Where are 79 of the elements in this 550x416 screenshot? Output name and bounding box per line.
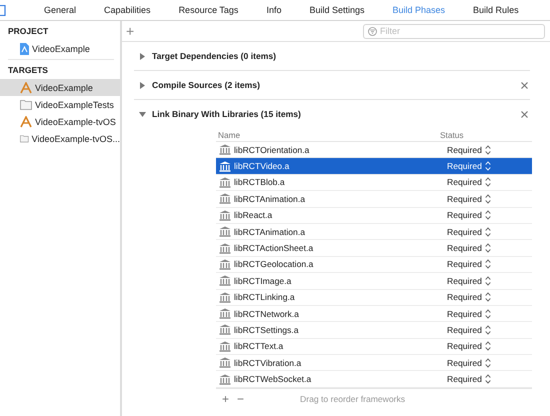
tab[interactable]: Build Settings (309, 5, 364, 15)
library-icon (219, 160, 231, 172)
folder-icon (20, 133, 29, 144)
document-icon (20, 42, 29, 54)
library-icon (219, 374, 231, 385)
library-icon (219, 193, 231, 204)
disclosure-triangle-icon[interactable] (139, 82, 146, 88)
library-icon (219, 210, 231, 221)
library-icon (219, 242, 231, 254)
group-header: TARGETS (7, 64, 49, 77)
tab[interactable]: Info (266, 5, 282, 15)
stepper-icon[interactable] (484, 226, 491, 237)
library-row[interactable]: libRCTVibration.a Required (216, 355, 532, 372)
library-row[interactable]: libRCTImage.a Required (216, 273, 532, 290)
library-row[interactable]: libRCTActionSheet.a Required (216, 240, 532, 257)
tab[interactable]: Capabilities (104, 5, 151, 15)
library-icon (219, 226, 231, 238)
library-row[interactable]: libRCTSettings.a Required (216, 322, 532, 339)
sidebar-item[interactable]: VideoExample-tvOS (0, 113, 120, 130)
add-button[interactable]: + (126, 24, 134, 38)
library-icon (219, 292, 231, 303)
library-icon (219, 324, 231, 336)
tab[interactable]: Build Phases (392, 5, 446, 15)
folder-icon (20, 99, 32, 110)
library-row[interactable]: libRCTAnimation.a Required (216, 191, 532, 208)
column-header: Status (440, 130, 464, 140)
add-button[interactable]: + (222, 392, 230, 406)
close-icon[interactable] (521, 82, 528, 88)
library-row[interactable]: libRCTGeolocation.a Required (216, 256, 532, 274)
remove-button[interactable]: − (237, 392, 244, 406)
library-row[interactable]: libRCTWebSocket.a Required (216, 371, 532, 388)
library-icon (219, 357, 231, 368)
library-icon (219, 340, 231, 352)
stepper-icon[interactable] (484, 374, 491, 384)
sidebar-item[interactable]: VideoExample (0, 79, 120, 96)
sidebar-item[interactable]: VideoExample-tvOS... (0, 130, 120, 147)
app-target-icon (20, 82, 32, 94)
app-target-icon (20, 116, 32, 128)
library-row[interactable]: libReact.a Required (216, 208, 532, 224)
sidebar-item[interactable]: VideoExampleTests (0, 96, 120, 113)
library-icon (219, 176, 231, 188)
close-icon[interactable] (521, 110, 528, 118)
sidebar-item[interactable]: VideoExample (0, 40, 120, 57)
sidebar-toggle-icon[interactable] (0, 4, 6, 16)
library-row[interactable]: libRCTLinking.a Required (216, 290, 532, 306)
phase-title[interactable]: Target Dependencies (0 items) (152, 51, 276, 61)
phase-title[interactable]: Link Binary With Libraries (15 items) (152, 109, 301, 119)
library-row[interactable]: libRCTNetwork.a Required (216, 306, 532, 322)
library-icon (219, 308, 231, 320)
stepper-icon[interactable] (484, 276, 491, 286)
stepper-icon[interactable] (484, 324, 491, 335)
tab[interactable]: General (44, 5, 76, 15)
filter-field[interactable]: Filter (363, 24, 545, 38)
library-row[interactable]: libRCTAnimation.a Required (216, 224, 532, 240)
stepper-icon[interactable] (484, 194, 491, 204)
group-header: PROJECT (7, 25, 50, 38)
stepper-icon[interactable] (484, 341, 491, 352)
stepper-icon[interactable] (484, 308, 491, 319)
phase-title[interactable]: Compile Sources (2 items) (152, 80, 260, 90)
hint-text: Drag to reorder frameworks (300, 394, 406, 404)
tab[interactable]: Resource Tags (178, 5, 238, 15)
stepper-icon[interactable] (484, 259, 491, 270)
stepper-icon[interactable] (484, 358, 491, 368)
library-icon (219, 258, 231, 270)
filter-icon (368, 26, 377, 36)
stepper-icon[interactable] (484, 144, 491, 155)
stepper-icon[interactable] (484, 210, 491, 220)
stepper-icon[interactable] (484, 243, 491, 254)
disclosure-triangle-icon[interactable] (139, 110, 146, 118)
library-row[interactable]: libRCTText.a Required (216, 338, 532, 356)
library-row[interactable]: libRCTVideo.a Required (216, 158, 532, 175)
stepper-icon[interactable] (484, 177, 491, 188)
stepper-icon[interactable] (484, 292, 491, 302)
column-header: Name (217, 130, 242, 140)
tab[interactable]: Build Rules (473, 5, 519, 15)
library-icon (219, 144, 231, 156)
library-row[interactable]: libRCTBlob.a Required (216, 174, 532, 192)
disclosure-triangle-icon[interactable] (139, 52, 146, 60)
library-icon (219, 275, 231, 286)
